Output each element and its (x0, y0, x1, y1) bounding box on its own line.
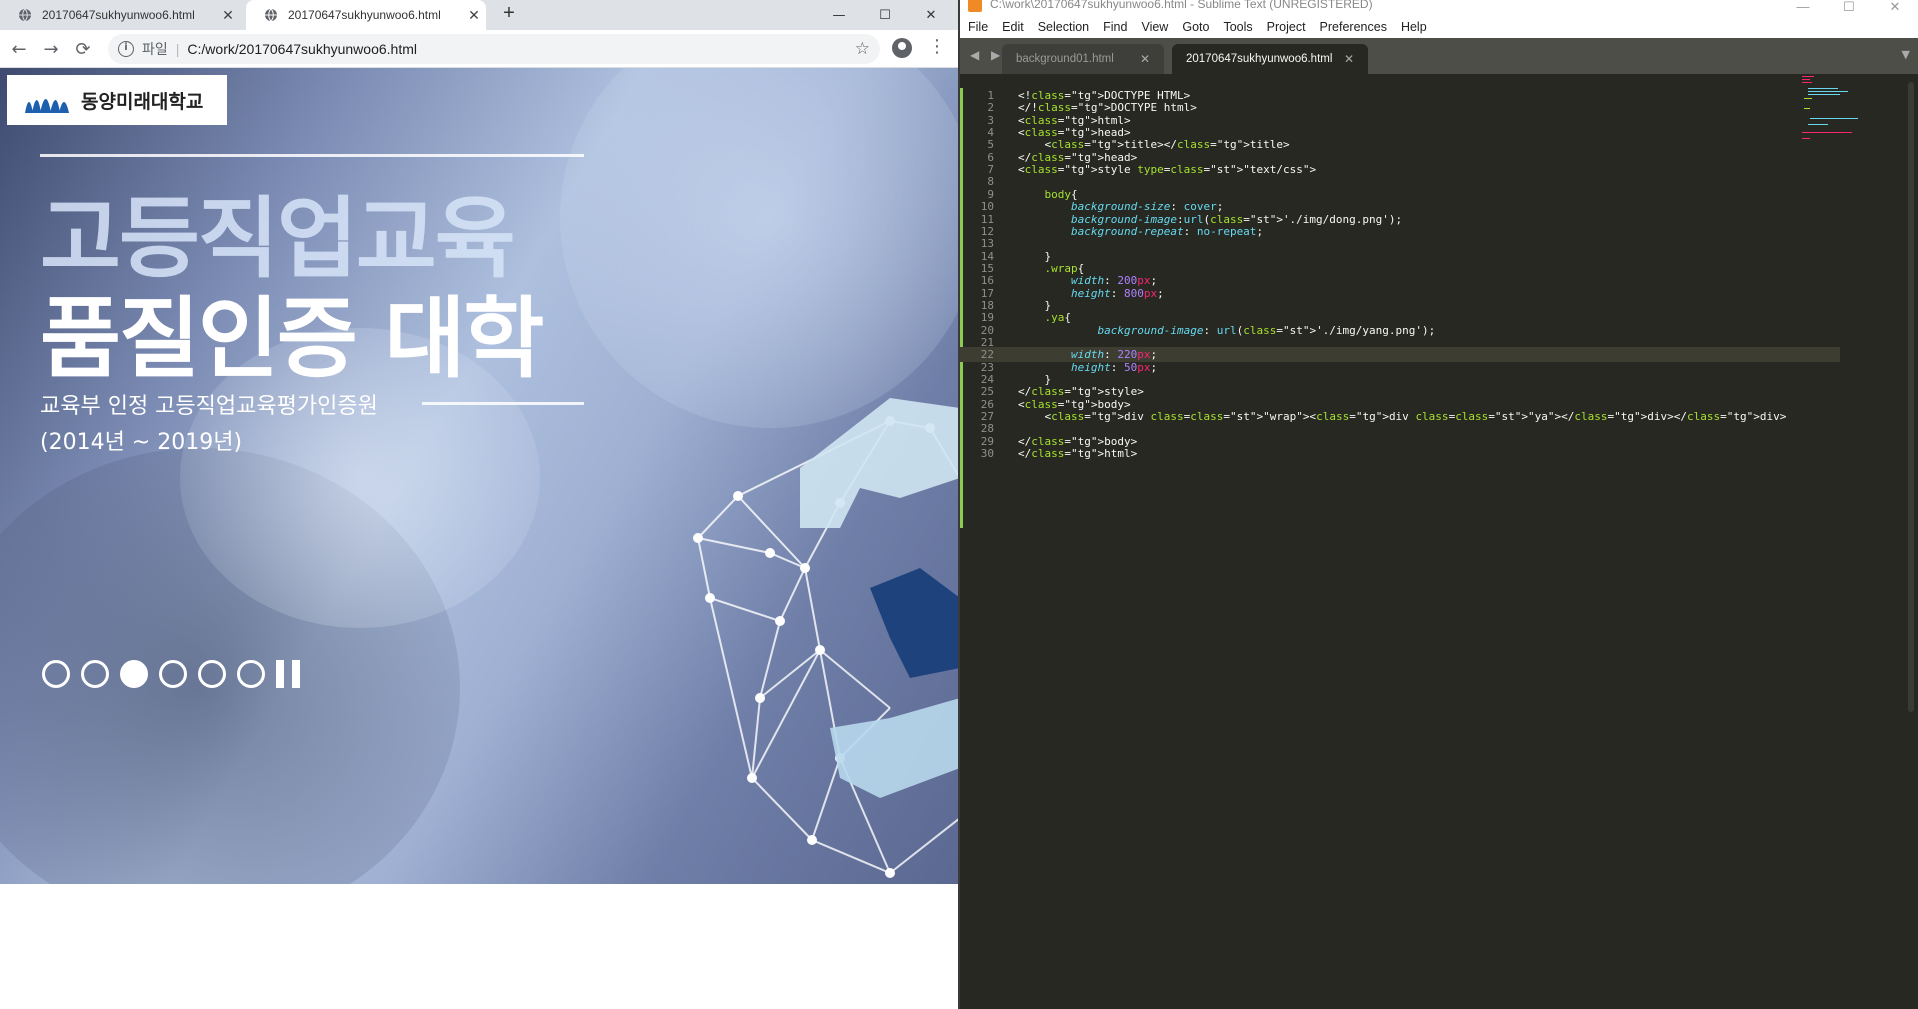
chrome-tabstrip: 20170647sukhyunwoo6.html ✕ 20170647sukhy… (0, 0, 958, 30)
menu-selection[interactable]: Selection (1038, 20, 1089, 34)
url-scheme-label: 파일 (142, 41, 168, 57)
headline-line-2: 품질인증 대학 (40, 287, 544, 390)
code-text[interactable]: </class="tg">html> (1018, 446, 1137, 461)
menu-file[interactable]: File (968, 20, 988, 34)
divider (422, 402, 584, 405)
subheadline: 교육부 인정 고등직업교육평가인증원 (40, 394, 378, 419)
slide-dot[interactable] (42, 660, 70, 688)
sublime-window: C:\work\20170647sukhyunwoo6.html - Subli… (958, 0, 1918, 1009)
chrome-window: 20170647sukhyunwoo6.html ✕ 20170647sukhy… (0, 0, 958, 1009)
page-blank-area (0, 884, 958, 1009)
minimap[interactable] (1800, 74, 1900, 144)
forward-button[interactable]: → (40, 38, 62, 60)
browser-tab-2[interactable]: 20170647sukhyunwoo6.html ✕ (246, 0, 486, 30)
chrome-window-controls: — ☐ ✕ (816, 0, 954, 30)
close-icon[interactable]: ✕ (462, 7, 486, 24)
close-icon[interactable]: ✕ (1140, 52, 1150, 66)
code-line[interactable]: 30 </class="tg">html> (960, 446, 1840, 461)
bookmark-star-icon[interactable]: ☆ (855, 39, 870, 59)
menu-project[interactable]: Project (1267, 20, 1306, 34)
browser-tab-title: 20170647sukhyunwoo6.html (288, 8, 441, 22)
pause-icon[interactable] (276, 660, 300, 688)
editor-tab-title: background01.html (1016, 53, 1114, 65)
slide-dot[interactable] (237, 660, 265, 688)
chrome-toolbar: ← → ⟳ i 파일 | C:/work/20170647sukhyunwoo6… (0, 30, 958, 68)
sublime-titlebar: C:\work\20170647sukhyunwoo6.html - Subli… (960, 0, 1918, 16)
maximize-button[interactable]: ☐ (862, 0, 908, 30)
profile-icon[interactable] (892, 38, 912, 58)
url-text[interactable]: C:/work/20170647sukhyunwoo6.html (187, 41, 417, 57)
menu-icon[interactable]: ⋮ (928, 36, 946, 57)
globe-icon (265, 8, 277, 22)
new-tab-button[interactable]: + (496, 2, 522, 25)
university-logo: 동양미래대학교 (7, 75, 227, 125)
code-editor[interactable]: 1 <!class="tg">DOCTYPE HTML> 2 </!class="tg… (960, 74, 1918, 1009)
editor-tab-title: 20170647sukhyunwoo6.html (1186, 53, 1333, 65)
browser-tab-title: 20170647sukhyunwoo6.html (42, 8, 195, 22)
menu-find[interactable]: Find (1103, 20, 1127, 34)
slide-indicators (42, 660, 300, 688)
address-bar[interactable]: i 파일 | C:/work/20170647sukhyunwoo6.html … (108, 34, 880, 64)
menu-preferences[interactable]: Preferences (1320, 20, 1387, 34)
subheadline-years: (2014년 ~ 2019년) (40, 430, 243, 455)
close-icon[interactable]: ✕ (216, 7, 240, 24)
slide-dot[interactable] (159, 660, 187, 688)
minimize-button[interactable]: — (816, 0, 862, 30)
menu-tools[interactable]: Tools (1223, 20, 1252, 34)
logo-mark-icon (25, 99, 69, 113)
editor-tab-active[interactable]: 20170647sukhyunwoo6.html ✕ (1172, 44, 1368, 74)
slide-dot[interactable] (198, 660, 226, 688)
tab-scroll-arrows-icon[interactable]: ◀ ▶ (970, 48, 1004, 62)
menu-view[interactable]: View (1141, 20, 1168, 34)
editor-tab-background01[interactable]: background01.html ✕ (1002, 44, 1164, 74)
browser-tab-1[interactable]: 20170647sukhyunwoo6.html ✕ (0, 0, 240, 30)
tab-list-dropdown-icon[interactable]: ▼ (1902, 48, 1910, 61)
url-separator: | (175, 41, 180, 57)
globe-icon (19, 8, 31, 22)
slide-dot[interactable] (81, 660, 109, 688)
window-title: C:\work\20170647sukhyunwoo6.html - Subli… (990, 0, 1373, 11)
back-button[interactable]: ← (8, 38, 30, 60)
page-viewport: 동양미래대학교 고등직업교육 품질인증 대학 교육부 인정 고등직업교육평가인증… (0, 68, 958, 884)
vertical-scrollbar[interactable] (1908, 82, 1914, 712)
menu-edit[interactable]: Edit (1002, 20, 1024, 34)
window-close-button[interactable]: ✕ (908, 0, 954, 30)
menu-help[interactable]: Help (1401, 20, 1427, 34)
sublime-tabbar: ◀ ▶ background01.html ✕ 20170647sukhyunw… (960, 38, 1918, 74)
sublime-menubar: File Edit Selection Find View Goto Tools… (960, 16, 1918, 38)
divider (40, 154, 584, 157)
menu-goto[interactable]: Goto (1182, 20, 1209, 34)
sublime-app-icon (968, 0, 982, 12)
logo-text: 동양미래대학교 (81, 90, 204, 113)
close-icon[interactable]: ✕ (1344, 52, 1354, 66)
slide-dot[interactable] (120, 660, 148, 688)
reload-button[interactable]: ⟳ (72, 38, 94, 60)
info-icon[interactable]: i (118, 41, 134, 57)
polygon-network-graphic (693, 398, 958, 878)
line-number: 30 (980, 447, 994, 461)
